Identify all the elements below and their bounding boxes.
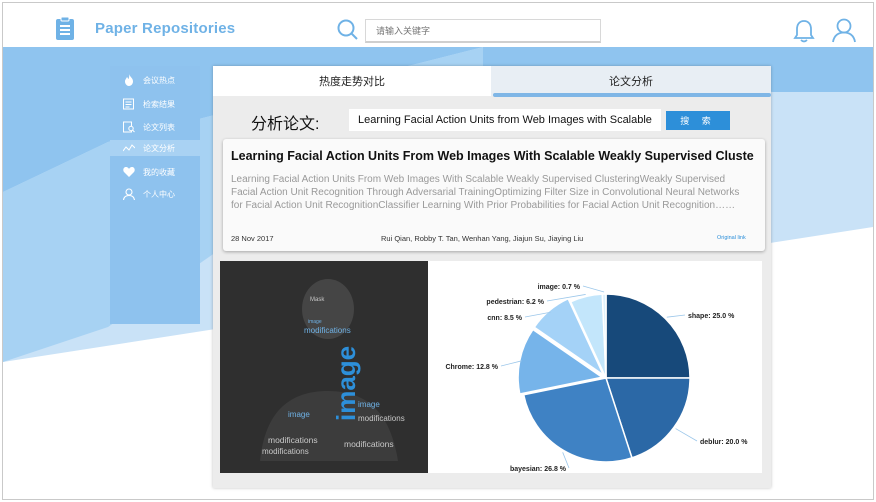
word-modifications: image bbox=[308, 319, 322, 325]
word-image: image bbox=[288, 410, 310, 419]
pie-label: Chrome: 12.8 % bbox=[445, 364, 498, 371]
pie-slice[interactable] bbox=[605, 293, 691, 379]
word-cloud-canvas: Mask image modifications image image ima… bbox=[260, 279, 405, 461]
main-panel: 热度走势对比 论文分析 分析论文: 搜 索 Learning Facial Ac… bbox=[213, 66, 771, 488]
pie-label: bayesian: 26.8 % bbox=[510, 466, 567, 473]
pie-label-line bbox=[675, 428, 698, 442]
pie-label: pedestrian: 6.2 % bbox=[486, 299, 544, 306]
paper-title[interactable]: Learning Facial Action Units From Web Im… bbox=[231, 149, 761, 163]
word-modifications: modifications bbox=[344, 439, 394, 449]
paper-date: 28 Nov 2017 bbox=[231, 234, 274, 243]
word-image: image bbox=[358, 400, 380, 409]
pie-label: deblur: 20.0 % bbox=[700, 439, 748, 446]
pie-label-line bbox=[582, 285, 605, 293]
pie-label: image: 0.7 % bbox=[538, 284, 581, 291]
tab-paper-analysis[interactable]: 论文分析 bbox=[491, 66, 771, 96]
word-modifications: modifications bbox=[304, 326, 351, 335]
original-link[interactable]: Original link bbox=[717, 235, 746, 241]
word-modifications: modifications bbox=[268, 435, 318, 445]
pie-chart: shape: 25.0 % deblur: 20.0 % bayesian: 26.… bbox=[428, 261, 762, 473]
chart-line-icon bbox=[123, 144, 135, 152]
word-mask: Mask bbox=[310, 297, 325, 303]
app-title: Paper Repositories bbox=[95, 20, 236, 37]
sidebar-item-label: 论文分析 bbox=[143, 144, 175, 153]
pie-label-line bbox=[666, 314, 686, 318]
pie-label: shape: 25.0 % bbox=[688, 313, 735, 320]
list-icon bbox=[123, 98, 134, 110]
sidebar-item-paper-analysis[interactable]: 论文分析 bbox=[110, 140, 200, 156]
active-tab-indicator bbox=[493, 93, 771, 97]
tab-bar: 热度走势对比 论文分析 bbox=[213, 66, 771, 97]
word-modifications: modifications bbox=[358, 414, 405, 423]
fire-icon bbox=[125, 74, 133, 86]
heart-icon bbox=[123, 167, 135, 177]
app-window: Paper Repositories 会议热点 检索结果 bbox=[2, 2, 874, 500]
sidebar-item-paper-list[interactable]: 论文列表 bbox=[110, 119, 200, 135]
search-input[interactable] bbox=[365, 19, 601, 43]
paper-abstract: Learning Facial Action Units From Web Im… bbox=[231, 174, 740, 211]
paper-authors: Rui Qian, Robby T. Tan, Wenhan Yang, Jia… bbox=[381, 234, 584, 243]
sidebar-item-favorites[interactable]: 我的收藏 bbox=[110, 164, 200, 180]
search-button[interactable]: 搜 索 bbox=[666, 111, 730, 130]
paper-card: Learning Facial Action Units From Web Im… bbox=[223, 139, 765, 251]
sidebar-item-label: 我的收藏 bbox=[143, 168, 175, 177]
user-icon[interactable] bbox=[831, 17, 857, 43]
tab-trend-comparison[interactable]: 热度走势对比 bbox=[213, 66, 491, 96]
paper-title-input[interactable] bbox=[349, 109, 661, 131]
top-bar: Paper Repositories bbox=[3, 3, 873, 47]
sidebar-item-label: 个人中心 bbox=[143, 190, 175, 199]
word-modifications: modifications bbox=[262, 447, 309, 456]
word-cloud: Mask image modifications image image ima… bbox=[220, 261, 428, 473]
analyze-label: 分析论文: bbox=[251, 116, 320, 133]
sidebar-item-label: 检索结果 bbox=[143, 100, 175, 109]
sidebar-item-profile[interactable]: 个人中心 bbox=[110, 186, 200, 202]
sidebar-item-search-results[interactable]: 检索结果 bbox=[110, 96, 200, 112]
sidebar-item-hot-topics[interactable]: 会议热点 bbox=[110, 72, 200, 88]
pie-label: cnn: 8.5 % bbox=[487, 315, 522, 322]
document-logo-icon bbox=[56, 17, 74, 40]
doc-search-icon bbox=[123, 121, 135, 133]
sidebar-item-label: 会议热点 bbox=[143, 76, 175, 85]
sidebar: 会议热点 检索结果 论文列表 论文分析 我的收藏 个人中心 bbox=[110, 66, 200, 324]
person-icon bbox=[123, 188, 135, 200]
bell-icon[interactable] bbox=[793, 19, 815, 43]
word-image-large: image bbox=[331, 346, 361, 421]
pie-chart-canvas: shape: 25.0 % deblur: 20.0 % bayesian: 26.… bbox=[445, 284, 748, 473]
search-icon[interactable] bbox=[337, 19, 359, 41]
sidebar-item-label: 论文列表 bbox=[143, 123, 175, 132]
